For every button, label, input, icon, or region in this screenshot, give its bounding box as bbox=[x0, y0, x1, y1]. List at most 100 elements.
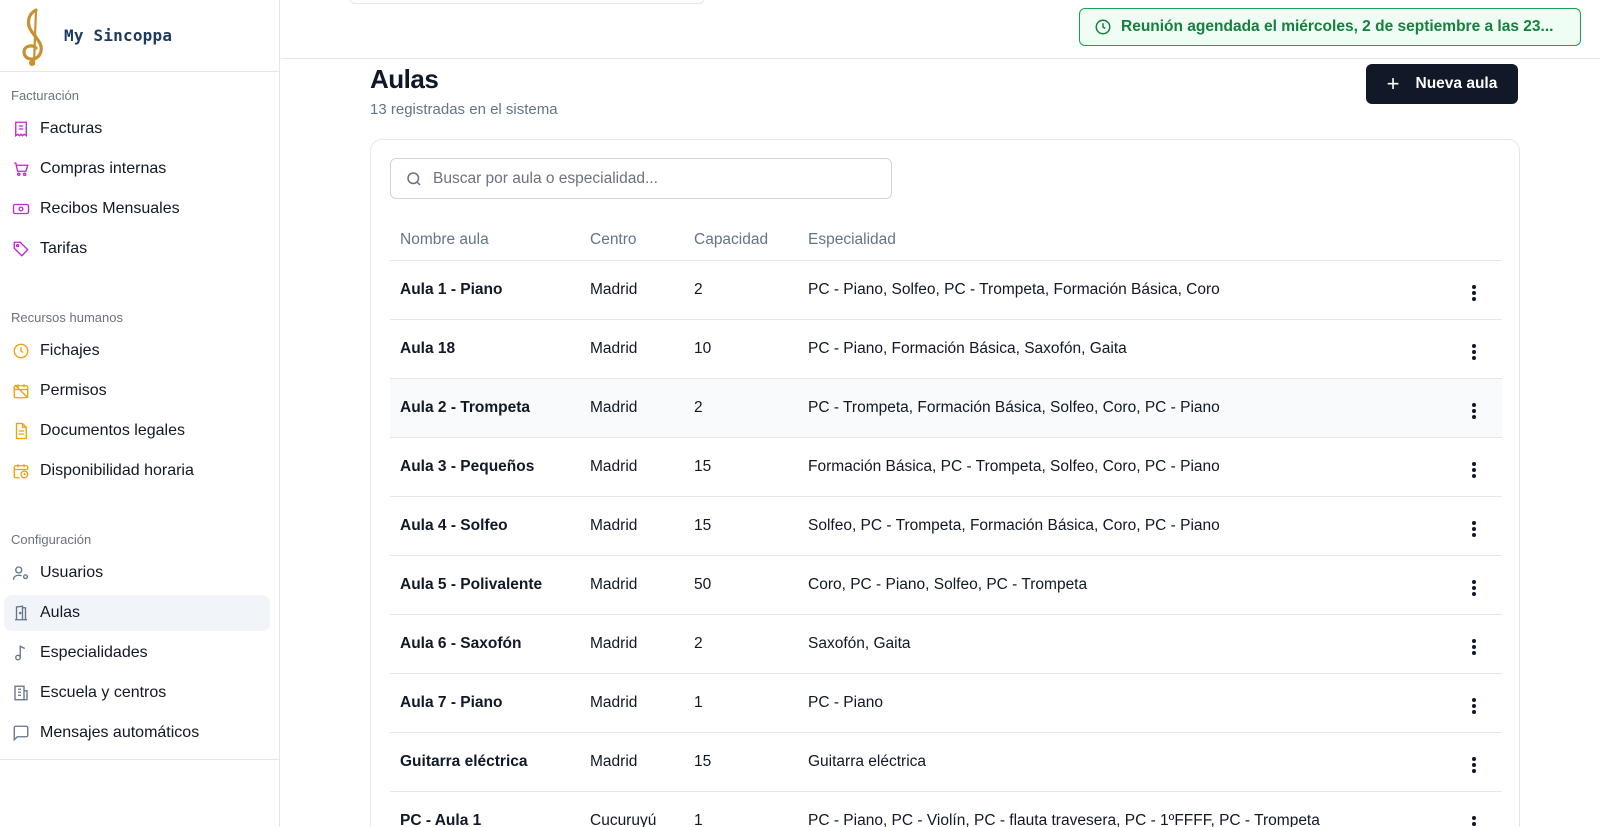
more-vertical-icon[interactable] bbox=[1464, 519, 1484, 539]
cell-actions bbox=[1442, 791, 1502, 827]
table-row[interactable]: Aula 7 - Piano Madrid 1 PC - Piano bbox=[390, 673, 1502, 733]
cell-nombre-aula: Aula 3 - Pequeños bbox=[390, 437, 580, 497]
meeting-toast[interactable]: Reunión agendada el miércoles, 2 de sept… bbox=[1079, 8, 1581, 46]
table-row[interactable]: Guitarra eléctrica Madrid 15 Guitarra el… bbox=[390, 732, 1502, 792]
sidebar-item-compras-internas[interactable]: Compras internas bbox=[4, 151, 270, 187]
sidebar-item-label: Tarifas bbox=[40, 240, 88, 257]
cell-capacidad: 15 bbox=[684, 437, 798, 497]
sidebar-item-escuela-y-centros[interactable]: Escuela y centros bbox=[4, 675, 270, 711]
cell-capacidad: 10 bbox=[684, 319, 798, 379]
more-vertical-icon[interactable] bbox=[1464, 401, 1484, 421]
table-row[interactable]: Aula 4 - Solfeo Madrid 15 Solfeo, PC - T… bbox=[390, 496, 1502, 556]
table-row[interactable]: Aula 18 Madrid 10 PC - Piano, Formación … bbox=[390, 319, 1502, 379]
cell-centro: Madrid bbox=[580, 614, 684, 674]
column-header-nombre-aula[interactable]: Nombre aula bbox=[390, 220, 580, 261]
sidebar-item-label: Recibos Mensuales bbox=[40, 200, 180, 217]
cell-nombre-aula: Aula 7 - Piano bbox=[390, 673, 580, 733]
sidebar-item-tarifas[interactable]: Tarifas bbox=[4, 231, 270, 267]
cell-capacidad: 15 bbox=[684, 496, 798, 556]
search-input[interactable] bbox=[433, 169, 873, 188]
toast-text: Reunión agendada el miércoles, 2 de sept… bbox=[1121, 18, 1554, 35]
more-vertical-icon[interactable] bbox=[1464, 755, 1484, 775]
sidebar-item-label: Disponibilidad horaria bbox=[40, 462, 194, 479]
cell-nombre-aula: PC - Aula 1 bbox=[390, 791, 580, 827]
new-classroom-label: Nueva aula bbox=[1415, 75, 1498, 92]
sidebar-item-fichajes[interactable]: Fichajes bbox=[4, 333, 270, 369]
cell-especialidad: Saxofón, Gaita bbox=[798, 614, 1442, 674]
sidebar-item-label: Mensajes automáticos bbox=[40, 724, 200, 741]
sidebar-item-usuarios[interactable]: Usuarios bbox=[4, 555, 270, 591]
calendar-clock-icon bbox=[12, 462, 30, 480]
more-vertical-icon[interactable] bbox=[1464, 283, 1484, 303]
column-header-capacidad[interactable]: Capacidad bbox=[684, 220, 798, 261]
more-vertical-icon[interactable] bbox=[1464, 460, 1484, 480]
cell-actions bbox=[1442, 260, 1502, 320]
cell-capacidad: 1 bbox=[684, 791, 798, 827]
cell-nombre-aula: Aula 4 - Solfeo bbox=[390, 496, 580, 556]
sidebar-section-title: Recursos humanos bbox=[11, 310, 123, 325]
sidebar-item-label: Fichajes bbox=[40, 342, 100, 359]
sidebar-section-configuracion: Configuración Usuarios Aulas Especialida… bbox=[0, 531, 279, 751]
header-tab[interactable] bbox=[349, 0, 705, 4]
more-vertical-icon[interactable] bbox=[1464, 342, 1484, 362]
cell-capacidad: 50 bbox=[684, 555, 798, 615]
clock-icon bbox=[12, 342, 30, 360]
new-classroom-button[interactable]: + Nueva aula bbox=[1366, 64, 1518, 104]
sidebar-item-label: Permisos bbox=[40, 382, 107, 399]
more-vertical-icon[interactable] bbox=[1464, 696, 1484, 716]
page-title: Aulas bbox=[370, 64, 439, 94]
more-vertical-icon[interactable] bbox=[1464, 578, 1484, 598]
banknote-icon bbox=[12, 200, 30, 218]
sidebar-item-label: Especialidades bbox=[40, 644, 148, 661]
sidebar-item-recibos-mensuales[interactable]: Recibos Mensuales bbox=[4, 191, 270, 227]
cart-icon bbox=[12, 160, 30, 178]
cell-actions bbox=[1442, 319, 1502, 379]
cell-capacidad: 15 bbox=[684, 732, 798, 792]
sidebar-item-documentos-legales[interactable]: Documentos legales bbox=[4, 413, 270, 449]
sidebar-item-aulas[interactable]: Aulas bbox=[4, 595, 270, 631]
sidebar-item-label: Compras internas bbox=[40, 160, 167, 177]
cell-especialidad: PC - Piano, Formación Básica, Saxofón, G… bbox=[798, 319, 1442, 379]
cell-especialidad: PC - Piano bbox=[798, 673, 1442, 733]
table-row[interactable]: Aula 1 - Piano Madrid 2 PC - Piano, Solf… bbox=[390, 260, 1502, 320]
cell-especialidad: PC - Piano, Solfeo, PC - Trompeta, Forma… bbox=[798, 260, 1442, 320]
sidebar-item-mensajes-automaticos[interactable]: Mensajes automáticos bbox=[4, 715, 270, 751]
sidebar-item-permisos[interactable]: Permisos bbox=[4, 373, 270, 409]
cell-centro: Madrid bbox=[580, 260, 684, 320]
cell-centro: Madrid bbox=[580, 437, 684, 497]
cell-nombre-aula: Guitarra eléctrica bbox=[390, 732, 580, 792]
sidebar-item-especialidades[interactable]: Especialidades bbox=[4, 635, 270, 671]
column-header-especialidad[interactable]: Especialidad bbox=[798, 220, 1442, 261]
table-row[interactable]: PC - Aula 1 Cucuruyú 1 PC - Piano, PC - … bbox=[390, 791, 1502, 827]
cell-actions bbox=[1442, 437, 1502, 497]
clock-icon bbox=[1095, 19, 1111, 35]
classrooms-table: Nombre aula Centro Capacidad Especialida… bbox=[390, 220, 1502, 827]
search-box[interactable] bbox=[390, 158, 892, 199]
door-icon bbox=[12, 604, 30, 622]
tag-icon bbox=[12, 240, 30, 258]
table-row[interactable]: Aula 3 - Pequeños Madrid 15 Formación Bá… bbox=[390, 437, 1502, 497]
logo[interactable]: My Sincoppa bbox=[0, 0, 279, 72]
table-row[interactable]: Aula 2 - Trompeta Madrid 2 PC - Trompeta… bbox=[390, 378, 1502, 438]
table-row[interactable]: Aula 6 - Saxofón Madrid 2 Saxofón, Gaita bbox=[390, 614, 1502, 674]
cell-centro: Madrid bbox=[580, 496, 684, 556]
cell-actions bbox=[1442, 673, 1502, 733]
cell-capacidad: 2 bbox=[684, 378, 798, 438]
column-header-centro[interactable]: Centro bbox=[580, 220, 684, 261]
calendar-off-icon bbox=[12, 382, 30, 400]
sidebar-item-label: Escuela y centros bbox=[40, 684, 167, 701]
cell-actions bbox=[1442, 496, 1502, 556]
page-subtitle: 13 registradas en el sistema bbox=[370, 101, 558, 118]
plus-icon: + bbox=[1386, 71, 1400, 96]
sidebar-item-disponibilidad-horaria[interactable]: Disponibilidad horaria bbox=[4, 453, 270, 489]
building-icon bbox=[12, 684, 30, 702]
more-vertical-icon[interactable] bbox=[1464, 814, 1484, 827]
more-vertical-icon[interactable] bbox=[1464, 637, 1484, 657]
table-row[interactable]: Aula 5 - Polivalente Madrid 50 Coro, PC … bbox=[390, 555, 1502, 615]
sidebar-item-label: Usuarios bbox=[40, 564, 104, 581]
sidebar-item-facturas[interactable]: Facturas bbox=[4, 111, 270, 147]
cell-centro: Madrid bbox=[580, 319, 684, 379]
cell-nombre-aula: Aula 18 bbox=[390, 319, 580, 379]
sidebar-item-label: Aulas bbox=[40, 604, 81, 621]
cell-capacidad: 2 bbox=[684, 614, 798, 674]
